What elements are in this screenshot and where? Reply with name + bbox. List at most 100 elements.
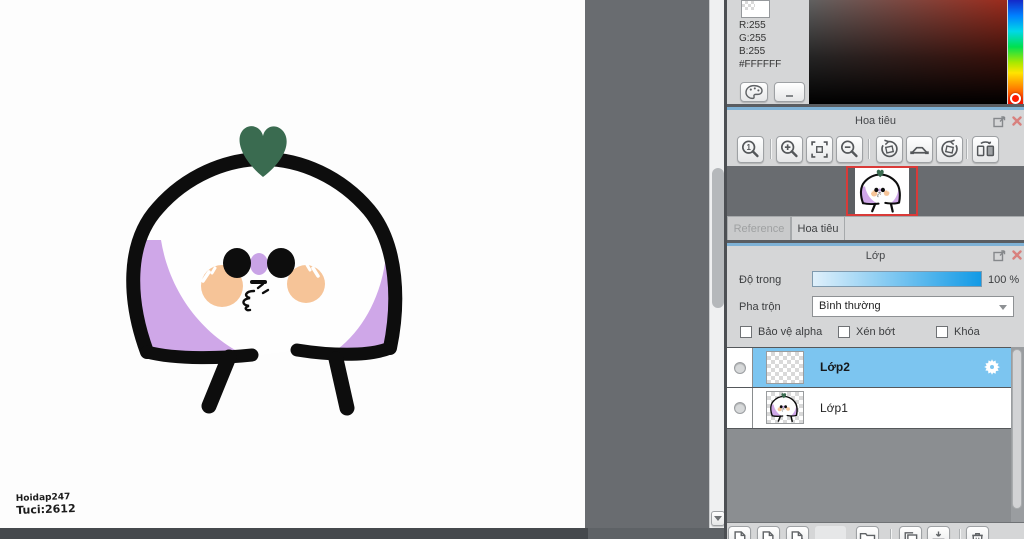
zoom-actual-icon: 1	[741, 140, 759, 158]
navigator-header[interactable]: Hoa tiêu	[727, 110, 1024, 132]
delete-layer-button[interactable]	[966, 526, 989, 539]
visibility-dot-icon[interactable]	[733, 361, 746, 374]
canvas-hscrollbar[interactable]	[0, 528, 726, 539]
canvas[interactable]: Hoidap247 Tuci:2612	[0, 0, 585, 528]
paint-app-window: Hoidap247 Tuci:2612 R:255 G:255 B:255 #F…	[0, 0, 1024, 539]
layer-list-scrollbar[interactable]	[1011, 347, 1024, 522]
zoom-actual-button[interactable]: 1	[737, 136, 764, 163]
copy-layer-button[interactable]	[786, 526, 809, 539]
zoom-in-button[interactable]	[776, 136, 803, 163]
opacity-slider[interactable]	[812, 271, 982, 287]
vscroll-down-button[interactable]	[711, 511, 725, 526]
rotate-cw-icon	[941, 139, 958, 158]
layer-visibility-cell[interactable]	[727, 388, 753, 428]
toolbar-separator	[890, 529, 892, 539]
chevron-down-icon	[999, 305, 1007, 310]
layer-thumbnail-character	[767, 392, 803, 423]
close-icon[interactable]	[1011, 249, 1023, 264]
color-hex-value: #FFFFFF	[739, 59, 782, 70]
layer-row-lop2[interactable]: Lớp2	[727, 348, 1011, 388]
color-g-value: G:255	[739, 33, 767, 44]
duplicate-layer-icon	[904, 531, 918, 539]
palette-button[interactable]	[740, 82, 768, 102]
blend-value: Bình thường	[819, 300, 881, 312]
watermark: Hoidap247 Tuci:2612	[16, 491, 76, 517]
new-layer-icon	[734, 530, 746, 539]
layer-thumbnail[interactable]	[766, 351, 804, 384]
layer-visibility-cell[interactable]	[727, 348, 753, 387]
color-swatch[interactable]	[741, 0, 770, 18]
rotate-reset-icon	[910, 146, 929, 155]
color-options-button[interactable]	[774, 82, 805, 102]
flip-horizontal-button[interactable]	[972, 136, 999, 163]
blend-dropdown[interactable]: Bình thường	[812, 296, 1014, 317]
flip-horizontal-icon	[976, 141, 995, 157]
fit-screen-icon	[811, 141, 828, 158]
rotate-cw-button[interactable]	[936, 136, 963, 163]
preview-offcanvas-right	[909, 168, 916, 214]
lock-checkbox[interactable]	[936, 326, 948, 338]
tab-navigator-label: Hoa tiêu	[797, 222, 839, 235]
preview-character	[855, 168, 909, 214]
opacity-value: 100 %	[988, 274, 1020, 286]
duplicate-layer-button[interactable]	[899, 526, 922, 539]
rotate-reset-button[interactable]	[906, 136, 933, 163]
toolbar-separator	[868, 139, 870, 159]
tab-navigator[interactable]: Hoa tiêu	[791, 216, 845, 240]
new-layer-pen-icon	[762, 530, 774, 539]
layer-name[interactable]: Lớp1	[820, 401, 848, 415]
layer-list: Lớp2 Lớp1	[727, 347, 1011, 429]
vscroll-thumb[interactable]	[712, 168, 724, 308]
protect-alpha-checkbox[interactable]	[740, 326, 752, 338]
zoom-out-icon	[840, 140, 858, 158]
folder-button[interactable]	[856, 526, 879, 539]
layers-header[interactable]: Lớp	[727, 246, 1024, 266]
svg-text:1: 1	[746, 143, 751, 152]
visibility-dot-icon[interactable]	[733, 402, 746, 414]
popout-icon[interactable]	[993, 250, 1006, 265]
hue-marker[interactable]	[1010, 93, 1021, 104]
hue-slider[interactable]	[1008, 0, 1023, 104]
layer-row-lop1[interactable]: Lớp1	[727, 388, 1011, 428]
layer-list-empty-area	[727, 429, 1024, 522]
toolbar-blank	[815, 526, 846, 539]
close-icon[interactable]	[1011, 115, 1023, 130]
rotate-ccw-icon	[881, 139, 898, 158]
color-r-value: R:255	[739, 20, 766, 31]
canvas-background	[585, 0, 709, 528]
popout-icon[interactable]	[993, 116, 1006, 131]
new-layer-button[interactable]	[728, 526, 751, 539]
copy-layer-icon	[791, 530, 804, 539]
layer-name[interactable]: Lớp2	[820, 360, 850, 374]
navigator-panel: Hoa tiêu 1 Reference Hoa tiêu	[727, 107, 1024, 240]
blend-label: Pha trộn	[739, 301, 781, 313]
clipping-checkbox[interactable]	[838, 326, 850, 338]
tab-reference[interactable]: Reference	[727, 216, 791, 240]
new-layer-pen-button[interactable]	[757, 526, 780, 539]
layer-settings-gear-icon[interactable]	[983, 358, 1001, 379]
hscroll-thumb[interactable]	[0, 528, 588, 539]
layers-panel: Lớp Độ trong 100 % Pha trộn Bình thường …	[727, 243, 1024, 539]
saturation-value-picker[interactable]	[809, 0, 1007, 104]
merge-layer-button[interactable]	[927, 526, 950, 539]
toolbar-separator	[959, 529, 961, 539]
arrow-down-icon	[714, 516, 722, 521]
list-scroll-thumb[interactable]	[1012, 349, 1022, 509]
layer-toolbar	[727, 522, 1024, 539]
palette-icon	[745, 84, 763, 100]
preview-offcanvas-left	[848, 168, 855, 214]
tab-reference-label: Reference	[733, 222, 785, 235]
navigator-preview[interactable]	[727, 166, 1024, 216]
fit-screen-button[interactable]	[806, 136, 833, 163]
navigator-title: Hoa tiêu	[855, 115, 896, 127]
character-drawing	[0, 0, 585, 528]
preview-thumbnail	[855, 168, 909, 214]
layer-thumbnail[interactable]	[766, 391, 804, 424]
rotate-ccw-button[interactable]	[876, 136, 903, 163]
transparency-checker	[742, 1, 755, 10]
toolbar-separator	[770, 139, 772, 159]
opacity-label: Độ trong	[739, 274, 782, 286]
lock-label: Khóa	[954, 326, 980, 338]
viewport-rect[interactable]	[846, 166, 918, 216]
zoom-out-button[interactable]	[836, 136, 863, 163]
